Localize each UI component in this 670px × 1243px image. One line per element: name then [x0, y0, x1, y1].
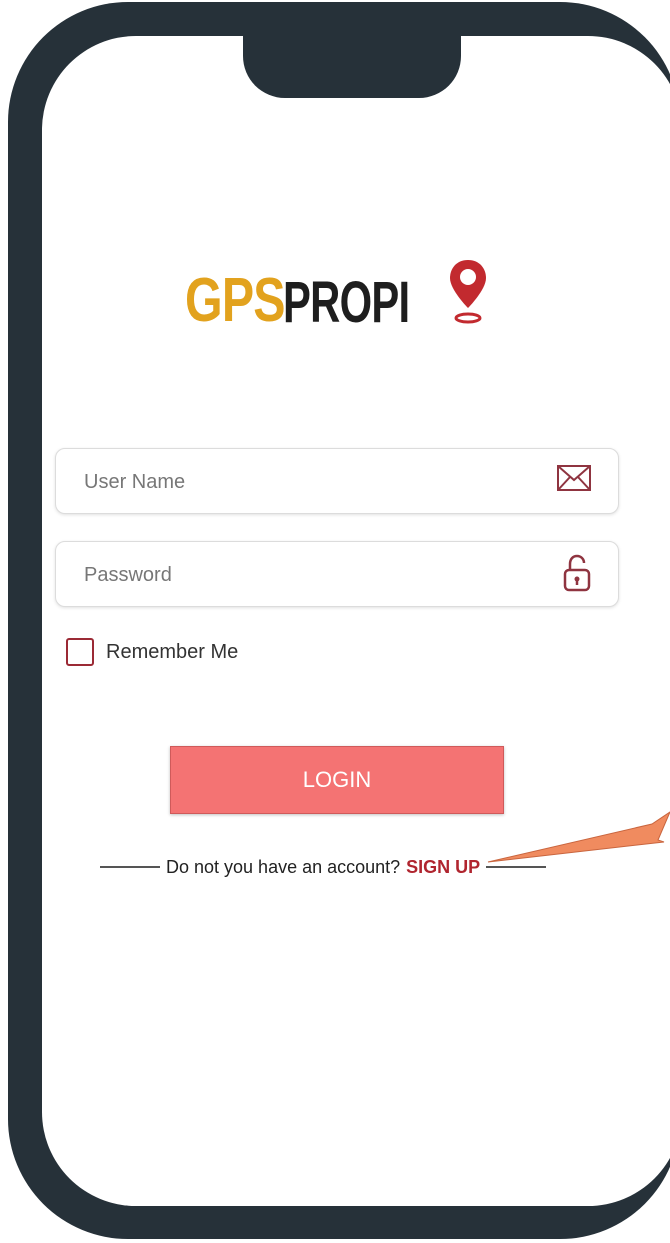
password-field[interactable] [55, 541, 619, 607]
phone-notch-overlay [243, 36, 461, 98]
signup-link[interactable]: SIGN UP [406, 857, 480, 878]
phone-screen [42, 36, 670, 1206]
signup-row: Do not you have an account? SIGN UP [100, 852, 572, 882]
remember-me[interactable]: Remember Me [66, 638, 238, 666]
username-input[interactable] [82, 463, 546, 501]
password-input[interactable] [82, 556, 546, 594]
divider-right [486, 866, 547, 868]
remember-checkbox[interactable] [66, 638, 94, 666]
app-logo: GPS PROPI [185, 252, 458, 332]
remember-label: Remember Me [106, 640, 239, 663]
login-button[interactable]: LOGIN [170, 746, 504, 814]
logo-propi: PROPI [282, 270, 410, 335]
location-pin-icon [450, 260, 486, 324]
signup-question: Do not you have an account? [166, 856, 401, 877]
username-field[interactable] [55, 448, 619, 514]
logo-gps: GPS [185, 266, 286, 335]
padlock-icon [563, 554, 591, 592]
envelope-icon [557, 465, 591, 491]
divider-left [100, 866, 160, 868]
